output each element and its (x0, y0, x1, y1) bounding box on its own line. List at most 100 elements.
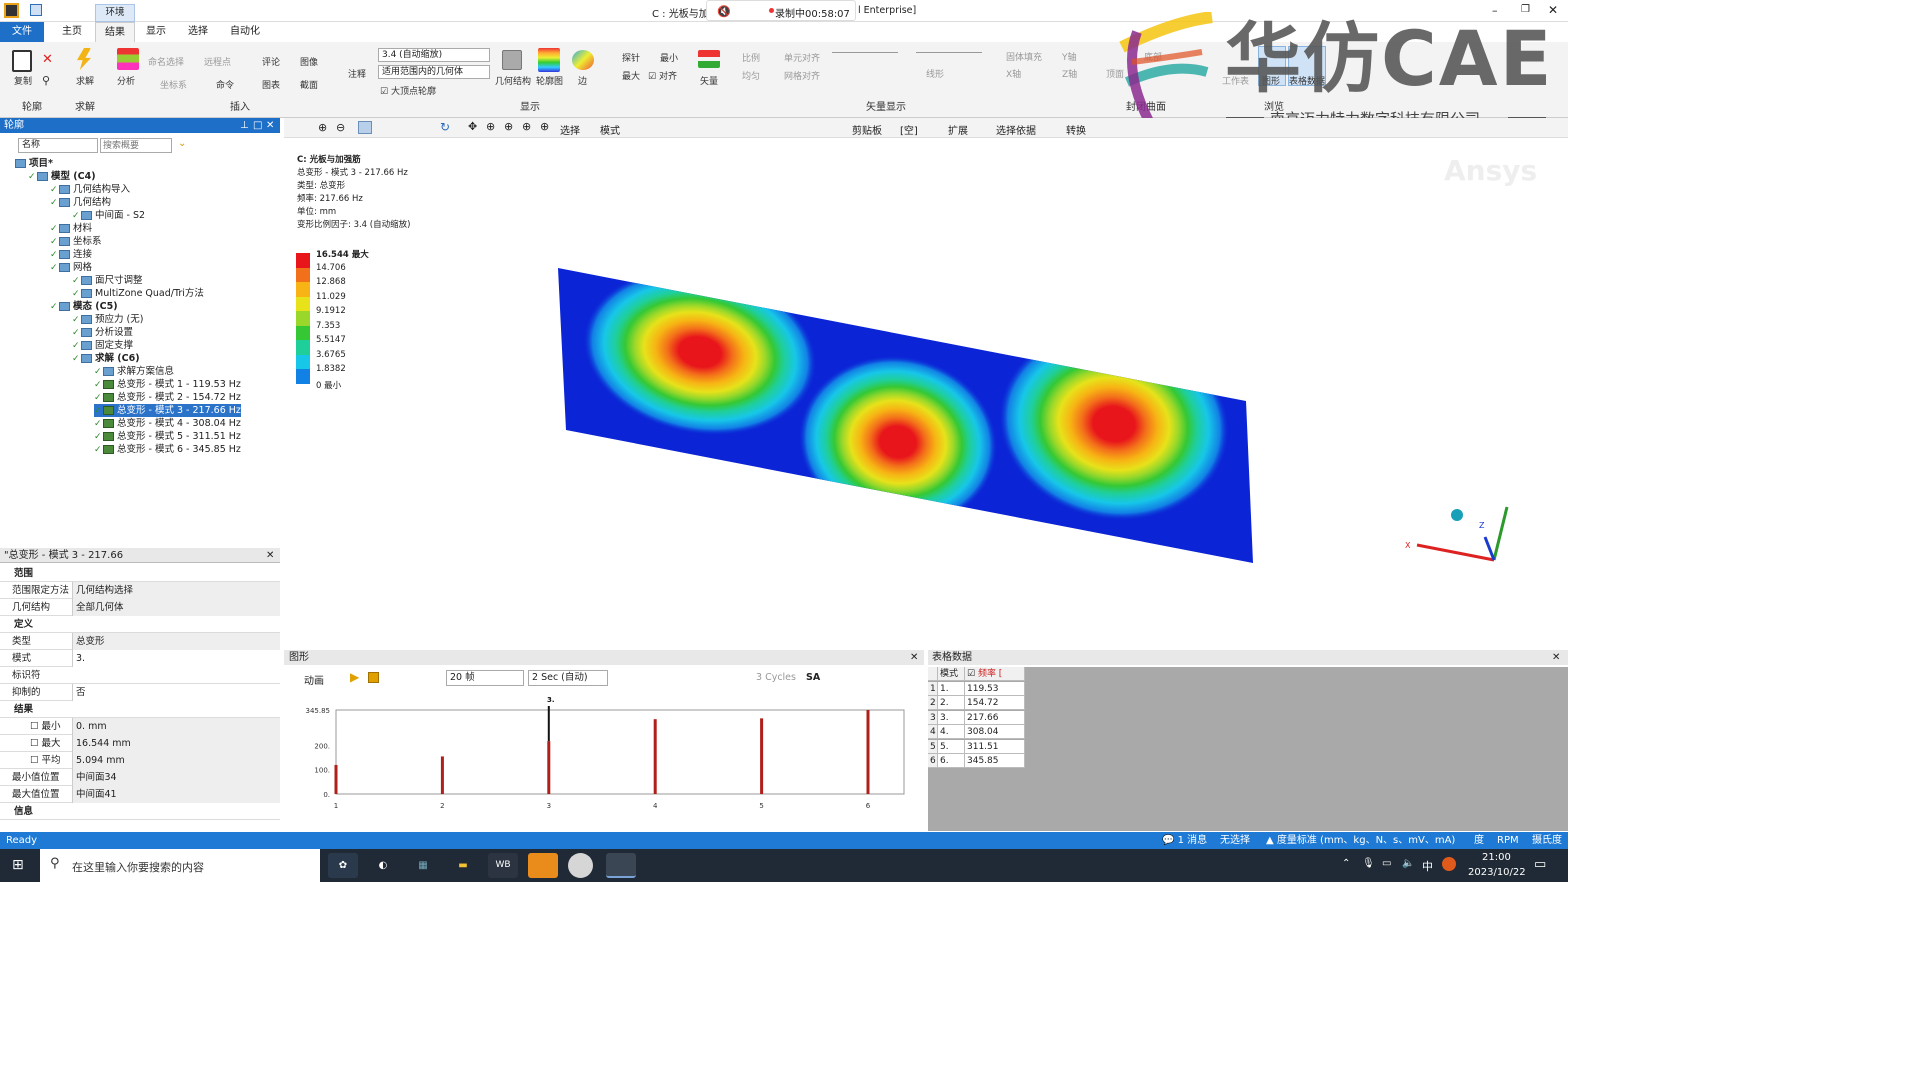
tree-node[interactable]: ✓ 模态 (C5) (50, 300, 118, 313)
folder-icon[interactable]: ▬ (448, 853, 478, 878)
filter-chevron-icon[interactable]: ⌄ (178, 138, 186, 149)
tab-automation[interactable]: 自动化 (224, 22, 266, 42)
detail-scoping-method[interactable]: 范围限定方法 几何结构选择 (0, 582, 280, 599)
name-filter-dropdown[interactable]: 名称 (18, 138, 98, 153)
outline-search-input[interactable] (100, 138, 172, 153)
delete-icon[interactable]: ✕ (42, 52, 53, 67)
zoom-fit-icon[interactable]: ⊕ (486, 120, 495, 133)
select-button[interactable]: 选择 (560, 122, 580, 137)
tree-node[interactable]: ✓ 模型 (C4) (28, 170, 96, 183)
align-toggle[interactable]: ☑ 对齐 (648, 69, 677, 82)
mic-icon[interactable]: 🎙 (1362, 858, 1375, 869)
angle-units[interactable]: 度 (1474, 832, 1484, 849)
vector-button[interactable]: 矢量 (700, 74, 718, 87)
geometry-scope-dropdown[interactable]: 适用范围内的几何体 (378, 65, 490, 79)
graphics-viewport[interactable]: C: 光板与加强筋 总变形 - 模式 3 - 217.66 Hz 类型: 总变形… (284, 140, 1568, 648)
mode-cell[interactable]: 4. (938, 725, 965, 739)
app-icon[interactable] (4, 3, 19, 18)
vector-length-slider[interactable] (832, 52, 898, 53)
mute-icon[interactable]: 🔇 (717, 5, 731, 18)
uniform-button[interactable]: 均匀 (742, 69, 760, 82)
solve-icon[interactable] (77, 48, 91, 70)
stop-icon[interactable] (368, 672, 379, 683)
table-close-icon[interactable]: ✕ (1552, 650, 1560, 665)
detail-average[interactable]: ☐ 平均 5.094 mm (0, 752, 280, 769)
tree-node[interactable]: ✓ 总变形 - 模式 6 - 345.85 Hz (94, 443, 241, 456)
tree-node[interactable]: ✓ 总变形 - 模式 2 - 154.72 Hz (94, 391, 241, 404)
mode-dropdown[interactable]: 模式 (600, 122, 620, 137)
frequency-bar-chart[interactable]: 0. 100. 200. 345.85 1 2 3 3. 4 5 6 (284, 692, 924, 824)
pan-icon[interactable]: ✥ (468, 120, 477, 133)
coordinate-system-button[interactable]: 坐标系 (160, 78, 187, 91)
plate-contour-plot[interactable] (556, 264, 1256, 564)
frequency-cell[interactable]: 311.51 (965, 739, 1025, 754)
tab-display[interactable]: 显示 (138, 22, 174, 42)
detail-suppressed[interactable]: 抑制的 否 (0, 684, 280, 701)
zoom-selected-icon[interactable]: ⊕ (522, 120, 531, 133)
rpm-units[interactable]: RPM (1497, 832, 1519, 849)
detail-identifier[interactable]: 标识符 (0, 667, 280, 684)
units-button[interactable]: ▲ 度量标准 (mm、kg、N、s、mV、mA) (1266, 832, 1455, 849)
windows-start-icon[interactable]: ⊞ (12, 857, 24, 873)
frequency-cell[interactable]: 154.72 (965, 696, 1025, 710)
tree-node[interactable]: ✓ 几何结构 (50, 196, 111, 209)
tree-node[interactable]: ✓ 求解方案信息 (94, 365, 174, 378)
chart-button[interactable]: 图表 (262, 78, 280, 91)
tree-node[interactable]: ✓ 总变形 - 模式 4 - 308.04 Hz (94, 417, 241, 430)
copy-icon[interactable] (12, 50, 32, 72)
zoom-window-icon[interactable]: ⊕ (540, 120, 549, 133)
detail-minimum[interactable]: ☐ 最小 0. mm (0, 718, 280, 735)
edges-icon[interactable] (572, 50, 594, 70)
tree-node[interactable]: ✓ 求解 (C6) (72, 352, 140, 365)
section-info[interactable]: 信息 (0, 803, 280, 820)
rotate-icon[interactable]: ↻ (440, 120, 450, 134)
geometry-button[interactable]: 几何结构 (495, 74, 531, 87)
expand-dropdown[interactable]: 扩展 (948, 122, 968, 137)
tree-node[interactable]: ✓ 总变形 - 模式 3 - 217.66 Hz (94, 404, 241, 417)
clock-time[interactable]: 21:00 (1482, 852, 1511, 863)
search-icon[interactable]: ⚲ (42, 74, 50, 87)
mode-cell[interactable]: 6. (938, 754, 965, 768)
clipboard-button[interactable]: 剪贴板 (852, 122, 882, 137)
min-button[interactable]: 最小 (660, 51, 678, 64)
frequency-cell[interactable]: 345.85 (965, 754, 1025, 768)
frequency-cell[interactable]: 308.04 (965, 725, 1025, 739)
taskbar-search[interactable]: ⚲ 在这里输入你要搜索的内容 (40, 849, 320, 882)
zoom-in-icon[interactable]: ⊕ (318, 121, 327, 134)
detail-max-location[interactable]: 最大值位置 中间面41 (0, 786, 280, 803)
line-button[interactable]: 线形 (926, 67, 944, 80)
calculator-icon[interactable]: ▦ (408, 853, 438, 878)
tree-node[interactable]: ✓ 几何结构导入 (50, 183, 130, 196)
row-index[interactable]: 4 (928, 725, 938, 739)
frequency-cell[interactable]: 119.53 (965, 681, 1025, 696)
workbench-icon[interactable]: WB (488, 853, 518, 878)
network-icon[interactable]: ▭ (1382, 858, 1391, 869)
pin-icon[interactable]: ⊥ (240, 118, 249, 133)
contours-icon[interactable] (538, 48, 560, 72)
vector-density-slider[interactable] (916, 52, 982, 53)
solve-button[interactable]: 求解 (76, 74, 94, 87)
tree-node[interactable]: ✓ 连接 (50, 248, 92, 261)
edges-button[interactable]: 边 (578, 74, 587, 87)
element-align-button[interactable]: 单元对齐 (784, 51, 820, 64)
scale-dropdown[interactable]: 3.4 (自动缩放) (378, 48, 490, 62)
sa-button[interactable]: SA (806, 672, 820, 683)
contour-legend[interactable]: 16.544 最大 14.706 12.868 11.029 9.1912 7.353 5.… (296, 248, 416, 391)
table-header-frequency[interactable]: ☑ 频率 [ (965, 667, 1025, 681)
probe-button[interactable]: 探针 (622, 51, 640, 64)
image-button[interactable]: 图像 (300, 55, 318, 68)
vector-icon[interactable] (698, 50, 720, 68)
tab-home[interactable]: 主页 (52, 22, 92, 42)
tray-chevron-icon[interactable]: ⌃ (1342, 858, 1350, 869)
zoom-out-icon[interactable]: ⊖ (336, 121, 345, 134)
z-axis-button[interactable]: Z轴 (1062, 67, 1077, 80)
select-by-dropdown[interactable]: 选择依据 (996, 122, 1036, 137)
section-button[interactable]: 截面 (300, 78, 318, 91)
row-index[interactable]: 6 (928, 754, 938, 768)
chrome-icon[interactable] (568, 853, 593, 878)
mode-cell[interactable]: 1. (938, 681, 965, 696)
zoom-box-icon[interactable]: ⊕ (504, 120, 513, 133)
frequency-cell[interactable]: 217.66 (965, 710, 1025, 725)
sogou-icon[interactable] (1442, 857, 1456, 871)
geometry-icon[interactable] (502, 50, 522, 70)
